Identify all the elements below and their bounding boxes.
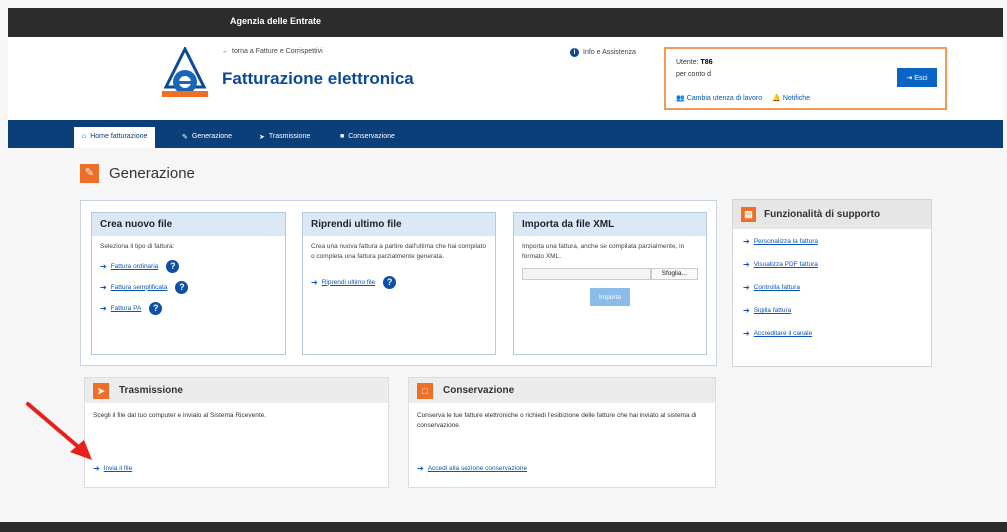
trasmissione-title: Trasmissione — [119, 385, 183, 396]
header: ← torna a Fatture e Corrispettivi Fattura… — [8, 37, 1003, 120]
send-file-link[interactable]: Invia il file — [104, 465, 133, 472]
arrow-right-icon: ➔ — [417, 464, 424, 473]
arrow-right-icon: ➔ — [100, 282, 107, 292]
fattura-pa-link[interactable]: Fattura PA — [111, 304, 142, 314]
accredit-channel-link[interactable]: Accreditare il canale — [754, 330, 813, 337]
arrow-right-icon: ➔ — [100, 303, 107, 313]
import-button[interactable]: Importa — [590, 288, 630, 306]
file-input[interactable] — [522, 268, 651, 280]
card-new-file: Crea nuovo file Seleziona il tipo di fat… — [91, 212, 286, 355]
support-title: Funzionalità di supporto — [764, 209, 881, 220]
conservazione-title: Conservazione — [443, 385, 515, 396]
view-pdf-link[interactable]: Visualizza PDF fattura — [754, 261, 818, 268]
tab-home-fatturazione[interactable]: ⌂ Home fatturazione — [74, 127, 156, 148]
app-title: Fatturazione elettronica — [222, 69, 414, 88]
conservazione-text: Conserva le tue fatture elettroniche o r… — [417, 412, 697, 429]
exit-button[interactable]: ⇥ Esci — [897, 68, 937, 87]
info-icon: i — [570, 48, 579, 57]
info-assistance-link[interactable]: i Info e Assistenza — [570, 48, 636, 57]
card-import-xml: Importa da file XML Importa una fattura,… — [513, 212, 707, 355]
resume-last-file-link[interactable]: Riprendi ultimo file — [322, 278, 375, 288]
card-text: Importa una fattura, anche se compilata … — [522, 243, 685, 260]
tab-trasmissione[interactable]: ➤ Trasmissione — [251, 127, 318, 148]
card-title: Riprendi ultimo file — [303, 213, 495, 236]
help-icon[interactable]: ? — [383, 276, 397, 289]
redaction — [717, 51, 777, 77]
card-text: Crea una nuova fattura a partire dall'ul… — [311, 243, 487, 260]
arrow-right-icon: ➔ — [743, 237, 750, 246]
send-icon: ➤ — [93, 382, 109, 399]
change-user-link[interactable]: 👥 Cambia utenza di lavoro — [676, 94, 762, 102]
red-arrow-annotation-icon — [26, 402, 92, 460]
conservazione-box: □ Conservazione Conserva le tue fatture … — [408, 377, 716, 488]
card-title: Importa da file XML — [514, 213, 706, 236]
pencil-icon: ✎ — [182, 134, 188, 141]
support-panel: ▤ Funzionalità di supporto ➔ Personalizza… — [732, 199, 932, 367]
users-icon: 👥 — [676, 95, 685, 102]
home-icon: ⌂ — [82, 133, 87, 140]
help-icon[interactable]: ? — [149, 302, 163, 315]
arrow-right-icon: ➔ — [743, 260, 750, 269]
check-invoice-link[interactable]: Controlla fattura — [754, 284, 800, 291]
fattura-semplificata-link[interactable]: Fattura semplificata — [111, 283, 168, 293]
trasmissione-box: ➤ Trasmissione Scegli il file dal tuo co… — [84, 377, 389, 488]
card-resume-file: Riprendi ultimo file Crea una nuova fatt… — [302, 212, 496, 355]
arrow-right-icon: ➔ — [100, 261, 107, 271]
back-to-fatture-link[interactable]: ← torna a Fatture e Corrispettivi — [222, 48, 323, 55]
on-behalf-label: per conto d — [676, 71, 712, 78]
document-icon: ▤ — [741, 207, 756, 222]
agency-title: Agenzia delle Entrate — [230, 16, 322, 26]
main-nav: ⌂ Home fatturazione ✎ Generazione ➤ Trasmis… — [8, 120, 1003, 148]
seal-invoice-link[interactable]: Sigilla fattura — [754, 307, 792, 314]
user-box: Utente: T86 per conto d 👥 Cambia utenza … — [664, 47, 947, 110]
agenzia-logo-icon — [162, 47, 208, 97]
arrow-right-icon: ➔ — [743, 329, 750, 338]
card-title: Crea nuovo file — [92, 213, 285, 236]
browse-button[interactable]: Sfoglia... — [650, 268, 698, 280]
help-icon[interactable]: ? — [166, 260, 180, 273]
arrow-right-icon: ➔ — [311, 277, 318, 287]
arrow-right-icon: ➔ — [743, 283, 750, 292]
user-label: Utente: T86 — [676, 59, 713, 66]
arrow-right-icon: ➔ — [743, 306, 750, 315]
fattura-ordinaria-link[interactable]: Fattura ordinaria — [111, 262, 159, 272]
arrow-left-icon: ← — [222, 48, 229, 55]
tab-generazione[interactable]: ✎ Generazione — [174, 127, 240, 148]
trasmissione-text: Scegli il file dal tuo computer e invial… — [93, 412, 267, 419]
send-icon: ➤ — [259, 134, 265, 141]
top-bar: Agenzia delle Entrate — [8, 8, 1003, 37]
notifications-link[interactable]: 🔔 Notifiche — [772, 94, 810, 102]
customize-invoice-link[interactable]: Personalizza la fattura — [754, 238, 818, 245]
tab-conservazione[interactable]: ■ Conservazione — [332, 127, 403, 148]
archive-icon: □ — [417, 382, 433, 399]
archive-icon: ■ — [340, 133, 345, 140]
card-text: Seleziona il tipo di fattura: — [100, 243, 175, 250]
footer-bar — [0, 522, 1007, 532]
conservazione-section-link[interactable]: Accedi alla sezione conservazione — [428, 465, 527, 472]
exit-icon: ⇥ — [906, 74, 913, 82]
help-icon[interactable]: ? — [175, 281, 189, 294]
pencil-icon: ✎ — [80, 164, 99, 183]
bell-icon: 🔔 — [772, 95, 781, 102]
section-title: ✎ Generazione — [80, 164, 195, 183]
